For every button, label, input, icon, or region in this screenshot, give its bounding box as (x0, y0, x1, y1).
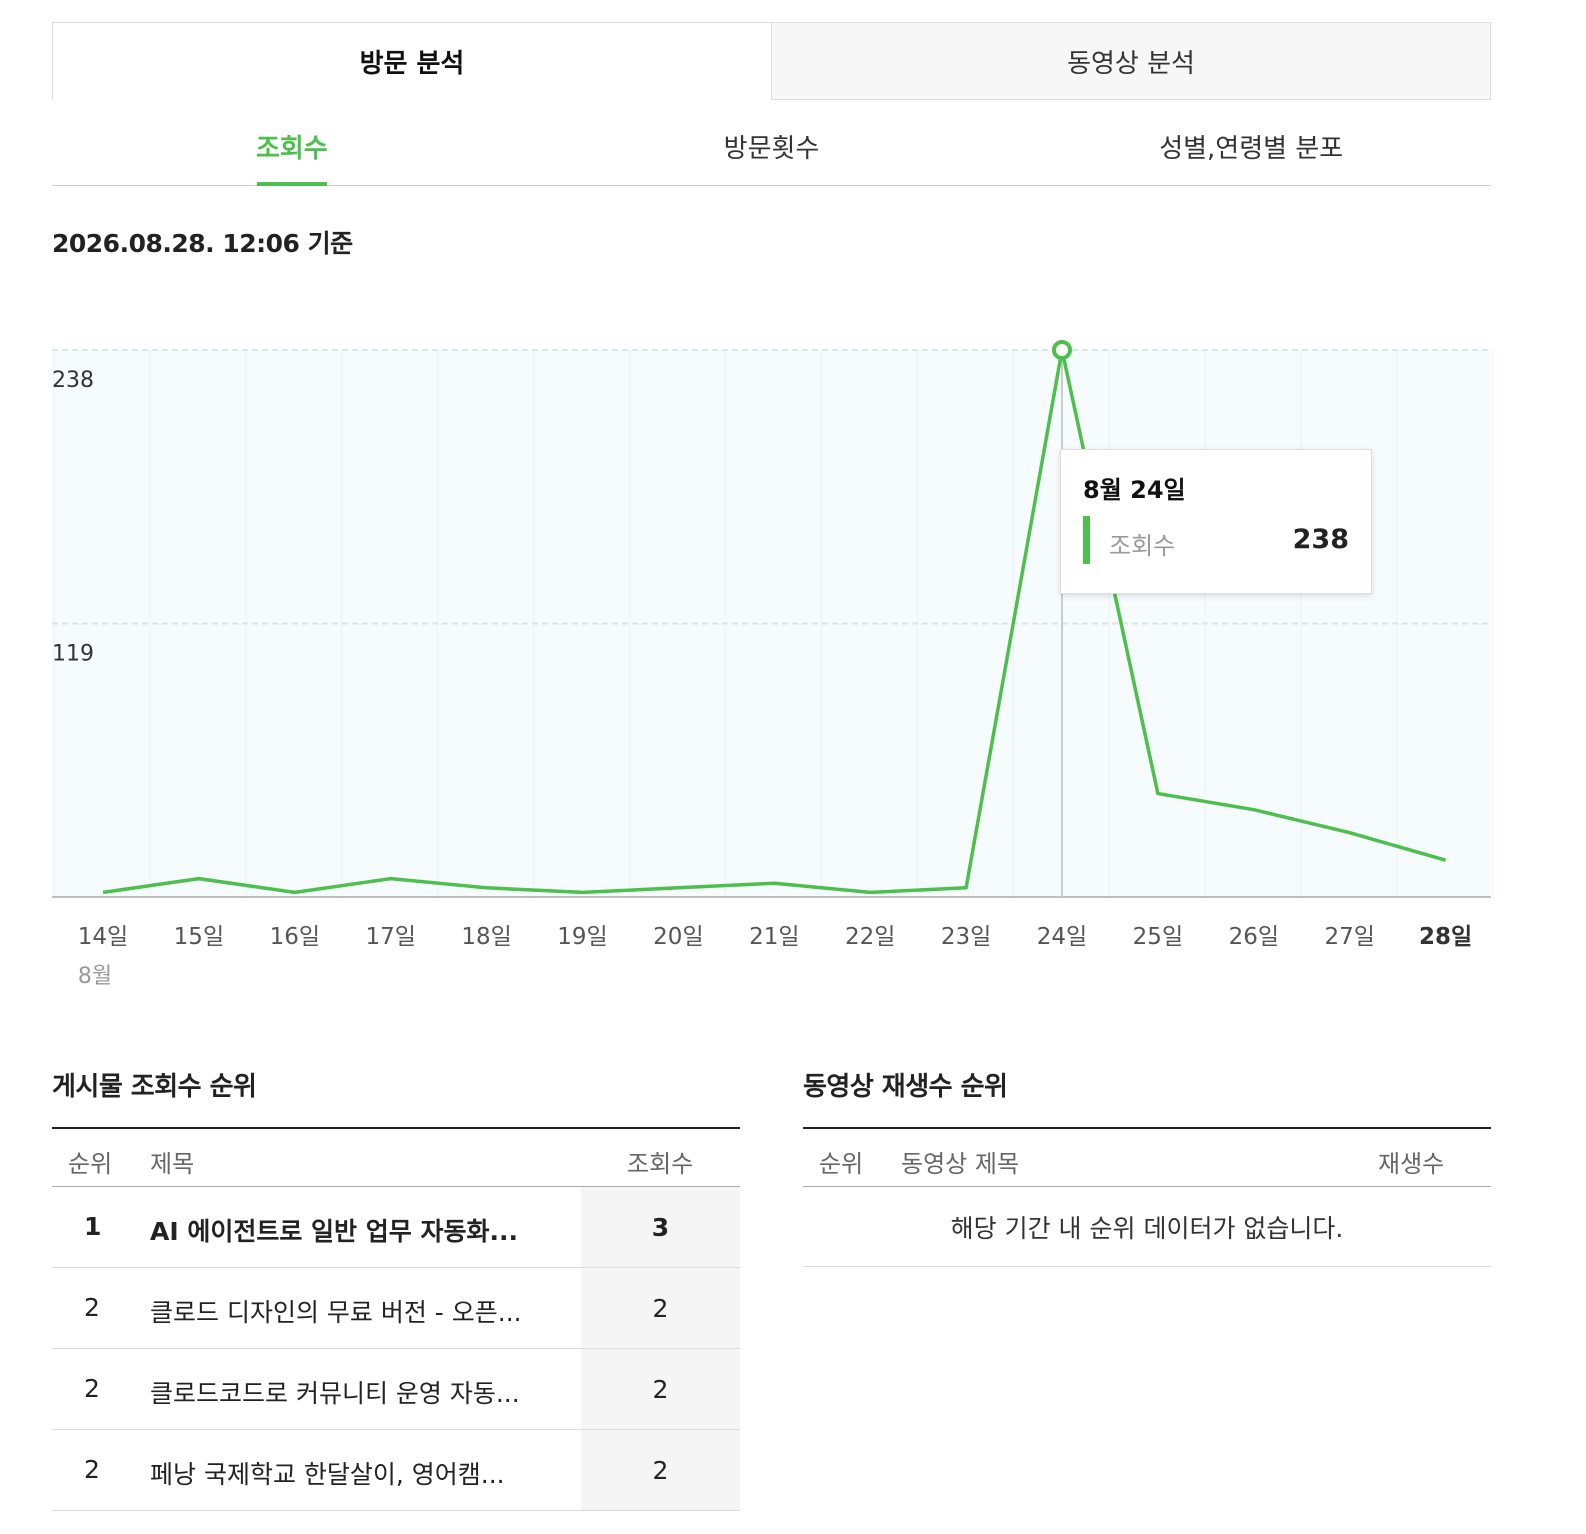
main-tabs: 방문 분석 동영상 분석 (52, 22, 1491, 100)
tooltip-series-label: 조회수 (1109, 532, 1176, 560)
x-tick-label: 15일 (174, 924, 224, 950)
tab-visit-analysis[interactable]: 방문 분석 (52, 22, 771, 100)
x-tick-label: 24일 (1037, 924, 1087, 950)
header-count: 조회수 (627, 1150, 694, 1178)
row-rank: 1 (84, 1212, 102, 1241)
header-rank: 순위 (819, 1150, 864, 1178)
chart-svg: 238 119 14일 15일 16일 17일 18일 19일 20일 21일 22일 23일 24일 2… (52, 340, 1494, 989)
empty-state-message: 해당 기간 내 순위 데이터가 없습니다. (803, 1187, 1491, 1267)
subtab-views[interactable]: 조회수 (52, 108, 532, 185)
x-tick-label: 19일 (557, 924, 607, 950)
x-month-label: 8월 (78, 964, 112, 989)
data-timestamp: 2026.08.28. 12:06 기준 (52, 229, 353, 258)
post-ranking-table: 순위 제목 조회수 1 AI 에이전트로 일반 업무 자동화... 3 2 클로… (52, 1127, 740, 1511)
row-count: 2 (581, 1430, 740, 1510)
x-tick-label: 21일 (749, 924, 799, 950)
sub-tabs: 조회수 방문횟수 성별,연령별 분포 (52, 108, 1491, 186)
table-header: 순위 동영상 제목 재생수 (803, 1129, 1491, 1187)
row-count: 2 (581, 1349, 740, 1429)
video-ranking-table: 순위 동영상 제목 재생수 해당 기간 내 순위 데이터가 없습니다. (803, 1127, 1491, 1267)
y-tick-label: 238 (52, 368, 94, 393)
table-row[interactable]: 2 페낭 국제학교 한달살이, 영어캠... 2 (52, 1430, 740, 1511)
row-count: 2 (581, 1268, 740, 1348)
header-count: 재생수 (1378, 1150, 1445, 1178)
header-rank: 순위 (68, 1150, 113, 1178)
views-line-chart[interactable]: 238 119 14일 15일 16일 17일 18일 19일 20일 21일 22일 23일 24일 2… (0, 300, 1586, 1020)
header-title: 제목 (150, 1150, 195, 1178)
x-tick-label: 16일 (270, 924, 320, 950)
x-tick-label: 25일 (1133, 924, 1183, 950)
subtab-visits[interactable]: 방문횟수 (532, 108, 1012, 185)
table-row[interactable]: 1 AI 에이전트로 일반 업무 자동화... 3 (52, 1187, 740, 1268)
row-count: 3 (581, 1187, 740, 1267)
post-ranking-title: 게시물 조회수 순위 (52, 1072, 257, 1102)
table-header: 순위 제목 조회수 (52, 1129, 740, 1187)
x-tick-label: 18일 (461, 924, 511, 950)
chart-tooltip: 8월 24일 조회수 238 (1060, 449, 1372, 594)
highlight-point (1052, 340, 1072, 360)
row-title-link[interactable]: AI 에이전트로 일반 업무 자동화... (150, 1212, 518, 1248)
table-row[interactable]: 2 클로드 디자인의 무료 버전 - 오픈... 2 (52, 1268, 740, 1349)
tab-video-analysis[interactable]: 동영상 분석 (771, 22, 1491, 100)
tooltip-series-color (1083, 516, 1090, 564)
subtab-gender-age[interactable]: 성별,연령별 분포 (1011, 108, 1491, 185)
row-title-link[interactable]: 페낭 국제학교 한달살이, 영어캠... (150, 1455, 505, 1491)
x-tick-label: 28일 (1419, 924, 1472, 950)
header-title: 동영상 제목 (901, 1150, 1020, 1178)
row-rank: 2 (84, 1293, 100, 1322)
x-tick-label: 17일 (365, 924, 415, 950)
table-row[interactable]: 2 클로드코드로 커뮤니티 운영 자동... 2 (52, 1349, 740, 1430)
row-title-link[interactable]: 클로드코드로 커뮤니티 운영 자동... (150, 1374, 520, 1410)
tooltip-date: 8월 24일 (1083, 476, 1186, 504)
tooltip-series-value: 238 (1292, 524, 1349, 555)
x-tick-label: 20일 (653, 924, 703, 950)
video-ranking-title: 동영상 재생수 순위 (803, 1072, 1008, 1102)
x-tick-label: 26일 (1229, 924, 1279, 950)
x-tick-label: 27일 (1324, 924, 1374, 950)
row-rank: 2 (84, 1455, 100, 1484)
x-tick-label: 22일 (845, 924, 895, 950)
row-title-link[interactable]: 클로드 디자인의 무료 버전 - 오픈... (150, 1293, 522, 1329)
y-tick-label: 119 (52, 642, 94, 667)
x-tick-label: 14일 (78, 924, 128, 950)
x-tick-label: 23일 (941, 924, 991, 950)
row-rank: 2 (84, 1374, 100, 1403)
